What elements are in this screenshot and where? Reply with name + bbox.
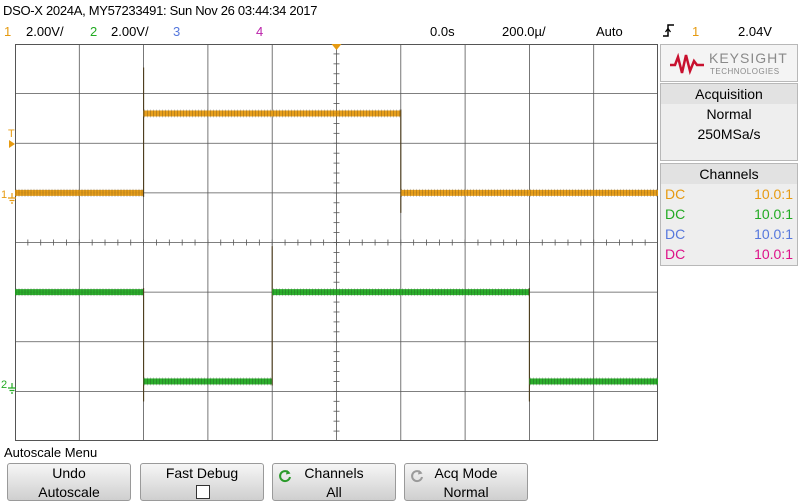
ch3-number[interactable]: 3 — [173, 24, 180, 39]
channels-button[interactable]: Channels All — [272, 463, 396, 501]
ch1-scale[interactable]: 2.00V/ — [26, 24, 64, 39]
ch2-number[interactable]: 2 — [90, 24, 97, 39]
trigger-level[interactable]: 2.04V — [738, 24, 772, 39]
coupling: DC — [665, 186, 686, 202]
acquisition-title: Acquisition — [661, 84, 797, 104]
ch1-number[interactable]: 1 — [4, 24, 11, 39]
ch2-trace-segment — [529, 378, 658, 385]
brand-name: KEYSIGHT — [709, 50, 788, 66]
ch1-ground-marker[interactable]: 1 — [1, 189, 7, 201]
probe-ratio: 10.0:1 — [754, 246, 793, 262]
softkey-value: Autoscale — [38, 484, 100, 500]
ch4-number[interactable]: 4 — [256, 24, 263, 39]
acquisition-panel[interactable]: Acquisition Normal 250MSa/s — [660, 83, 798, 161]
ch2-trace-segment — [272, 289, 530, 296]
menu-title: Autoscale Menu — [4, 445, 98, 460]
softkey-label: Channels — [304, 465, 364, 481]
softkey-label: Fast Debug — [165, 465, 239, 481]
ch2-scale[interactable]: 2.00V/ — [111, 24, 149, 39]
probe-ratio: 10.0:1 — [754, 206, 793, 222]
undo-autoscale-button[interactable]: Undo Autoscale — [7, 463, 131, 501]
softkey-value: All — [326, 484, 342, 500]
softkey-value: Normal — [443, 484, 489, 500]
coupling: DC — [665, 206, 686, 222]
ch2-trace-segment — [143, 378, 273, 385]
ch2-ground-marker[interactable]: 2 — [1, 379, 7, 391]
brand-sub: TECHNOLOGIES — [710, 67, 780, 76]
channels-panel[interactable]: Channels DC 10.0:1 DC 10.0:1 DC 10.0:1 DC 10… — [660, 163, 798, 266]
coupling: DC — [665, 226, 686, 242]
channel-row: DC 10.0:1 — [661, 224, 797, 244]
ground-icon — [8, 192, 16, 210]
trigger-source[interactable]: 1 — [692, 24, 699, 39]
probe-ratio: 10.0:1 — [754, 226, 793, 242]
trigger-position-marker — [331, 44, 342, 50]
ground-icon — [8, 382, 16, 400]
trigger-mode[interactable]: Auto — [596, 24, 623, 39]
keysight-wave-icon — [670, 53, 704, 75]
acq-mode-button[interactable]: Acq Mode Normal — [404, 463, 528, 501]
trigger-arrow-icon[interactable] — [9, 140, 15, 148]
waveform-display[interactable] — [15, 44, 658, 441]
graticule-grid — [15, 44, 658, 441]
trigger-level-marker[interactable]: T — [8, 128, 15, 140]
softkey-label: Undo — [52, 465, 86, 481]
time-scale[interactable]: 200.0µ/ — [502, 24, 546, 39]
sample-rate: 250MSa/s — [697, 126, 761, 142]
channels-title: Channels — [661, 164, 797, 184]
probe-ratio: 10.0:1 — [754, 186, 793, 202]
fast-debug-button[interactable]: Fast Debug — [140, 463, 264, 501]
acquisition-mode: Normal — [706, 106, 752, 122]
ch1-trace-segment — [15, 189, 144, 196]
softkey-label: Acq Mode — [434, 465, 498, 481]
ch1-trace-segment — [143, 110, 401, 117]
channel-row: DC 10.0:1 — [661, 204, 797, 224]
checkbox-icon[interactable] — [196, 485, 210, 499]
channel-row: DC 10.0:1 — [661, 244, 797, 264]
window-title: DSO-X 2024A, MY57233491: Sun Nov 26 03:4… — [3, 3, 318, 18]
time-delay[interactable]: 0.0s — [430, 24, 455, 39]
ch1-trace-segment — [400, 189, 658, 196]
coupling: DC — [665, 246, 686, 262]
brand-logo: KEYSIGHT TECHNOLOGIES — [660, 44, 798, 82]
channel-row: DC 10.0:1 — [661, 184, 797, 204]
rising-edge-icon[interactable] — [662, 22, 676, 45]
ch2-trace-segment — [15, 289, 144, 296]
